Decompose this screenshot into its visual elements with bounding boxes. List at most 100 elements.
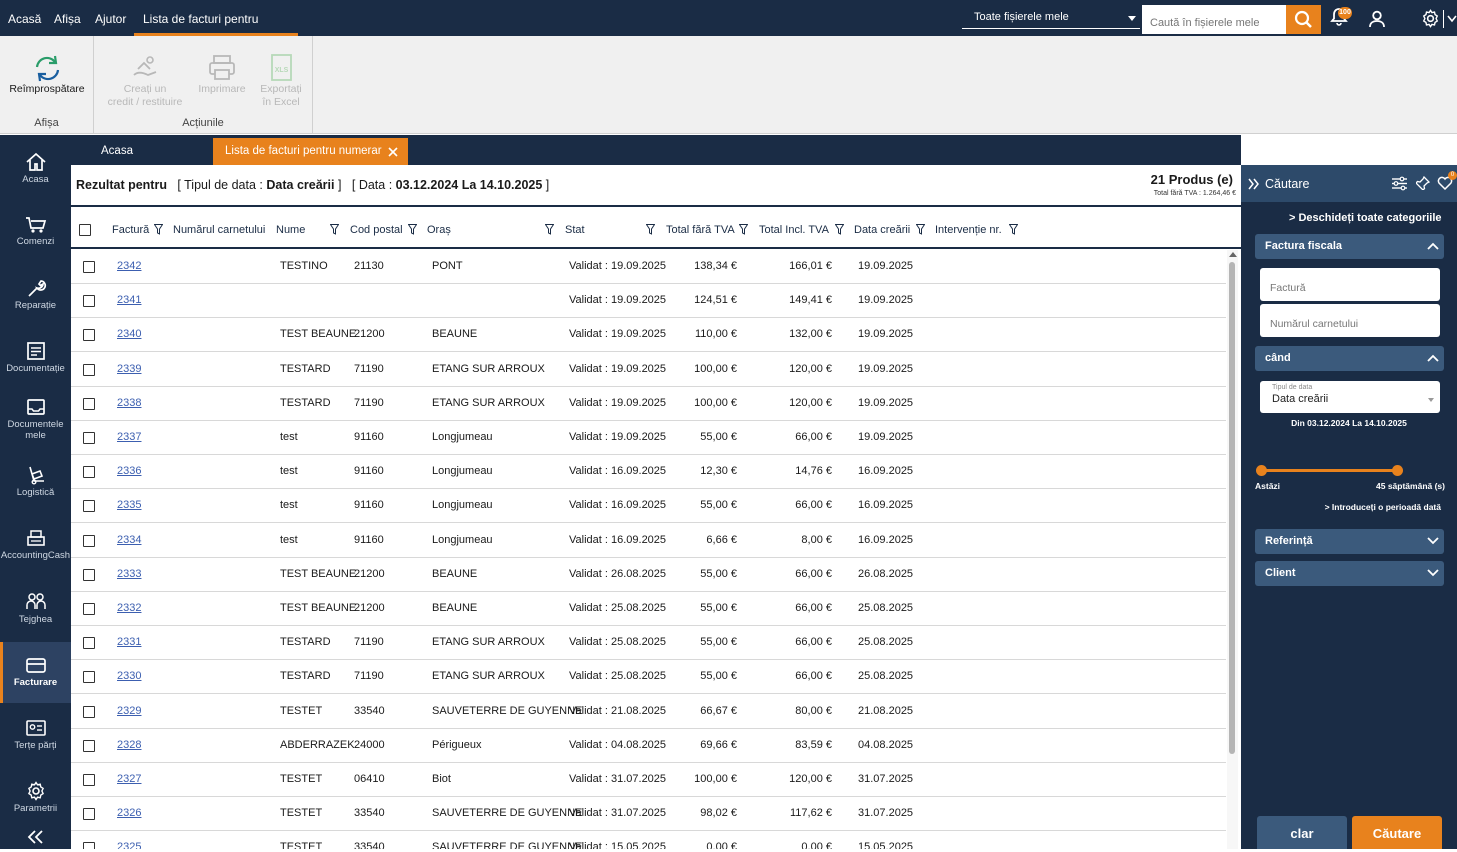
table-row[interactable]: 2340 TEST BEAUNE 21200 BEAUNE Validat : 19.0… bbox=[71, 318, 1226, 353]
sidebar-item-accountingcash[interactable]: AccountingCash bbox=[0, 528, 71, 561]
select-all-checkbox[interactable] bbox=[79, 224, 91, 236]
row-checkbox[interactable] bbox=[83, 774, 95, 786]
invoice-link[interactable]: 2338 bbox=[117, 397, 141, 409]
column-oras[interactable]: Oraș bbox=[427, 224, 451, 236]
menu-lista-facturi[interactable]: Lista de facturi pentru numerar bbox=[134, 0, 298, 64]
table-row[interactable]: 2337 test 91160 Longjumeau Validat : 19.09.2… bbox=[71, 421, 1226, 455]
invoice-link[interactable]: 2335 bbox=[117, 499, 141, 511]
invoice-link[interactable]: 2325 bbox=[117, 841, 141, 849]
row-checkbox[interactable] bbox=[83, 363, 95, 376]
scroll-up-arrow-icon[interactable] bbox=[1229, 252, 1237, 257]
double-chevron-right-icon[interactable] bbox=[1248, 178, 1260, 190]
filter-icon[interactable] bbox=[330, 224, 339, 235]
filter-icon[interactable] bbox=[1009, 224, 1018, 235]
files-select[interactable]: Toate fișierele mele bbox=[962, 5, 1140, 29]
booklet-number-input[interactable]: Numărul carnetului bbox=[1260, 304, 1440, 337]
table-row[interactable]: 2328 ABDERRAZEK 24000 Périgueux Validat : 04… bbox=[71, 729, 1226, 763]
column-factura[interactable]: Factură bbox=[112, 224, 149, 236]
invoice-input[interactable]: Factură bbox=[1260, 268, 1440, 301]
menu-afisa[interactable]: Afișa bbox=[54, 0, 81, 36]
menu-acasa[interactable]: Acasă bbox=[8, 0, 41, 36]
invoice-link[interactable]: 2327 bbox=[117, 773, 141, 785]
print-button[interactable]: Imprimare bbox=[194, 53, 250, 96]
invoice-link[interactable]: 2340 bbox=[117, 328, 141, 340]
invoice-link[interactable]: 2339 bbox=[117, 363, 141, 375]
row-checkbox[interactable] bbox=[83, 534, 95, 547]
invoice-link[interactable]: 2333 bbox=[117, 568, 141, 580]
invoice-link[interactable]: 2337 bbox=[117, 431, 141, 443]
row-checkbox[interactable] bbox=[83, 466, 95, 479]
search-input[interactable] bbox=[1142, 5, 1286, 34]
section-client[interactable]: Client bbox=[1255, 561, 1444, 586]
sidebar-item-reparatie[interactable]: Reparație bbox=[0, 278, 71, 311]
refresh-button[interactable]: Reîmprospătare bbox=[4, 53, 90, 96]
table-row[interactable]: 2335 test 91160 Longjumeau Validat : 16.09.2… bbox=[71, 489, 1226, 524]
enter-period-link[interactable]: > Introduceți o perioadă dată bbox=[1325, 502, 1441, 512]
table-row[interactable]: 2331 TESTARD 71190 ETANG SUR ARROUX Validat … bbox=[71, 626, 1226, 661]
section-referinta[interactable]: Referință bbox=[1255, 529, 1444, 554]
table-row[interactable]: 2342 TESTINO 21130 PONT Validat : 19.09.2025… bbox=[71, 250, 1226, 284]
close-icon[interactable] bbox=[388, 147, 398, 157]
search-submit-button[interactable]: Căutare bbox=[1352, 816, 1442, 849]
table-row[interactable]: 2339 TESTARD 71190 ETANG SUR ARROUX Validat … bbox=[71, 353, 1226, 387]
sidebar-item-logistica[interactable]: Logistică bbox=[0, 465, 71, 498]
table-row[interactable]: 2326 TESTET 33540 SAUVETERRE DE GUYENNE Vali… bbox=[71, 797, 1226, 832]
table-row[interactable]: 2332 TEST BEAUNE 21200 BEAUNE Validat : 25.0… bbox=[71, 592, 1226, 626]
filter-icon[interactable] bbox=[408, 224, 417, 235]
slider-knob-end[interactable] bbox=[1392, 465, 1403, 476]
slider-knob-start[interactable] bbox=[1256, 465, 1267, 476]
column-total-fara-tva[interactable]: Total fără TVA bbox=[666, 224, 735, 236]
filter-icon[interactable] bbox=[916, 224, 925, 235]
invoice-link[interactable]: 2334 bbox=[117, 534, 141, 546]
export-excel-button[interactable]: XLS Exportați în Excel bbox=[254, 53, 308, 109]
pin-icon[interactable] bbox=[1416, 176, 1430, 190]
sidebar-item-comenzi[interactable]: Comenzi bbox=[0, 216, 71, 247]
row-checkbox[interactable] bbox=[83, 397, 95, 410]
sidebar-item-parametrii[interactable]: Parametrii bbox=[0, 781, 71, 814]
invoice-link[interactable]: 2326 bbox=[117, 807, 141, 819]
row-checkbox[interactable] bbox=[83, 637, 95, 650]
collapse-sidebar-button[interactable] bbox=[0, 829, 71, 847]
table-row[interactable]: 2329 TESTET 33540 SAUVETERRE DE GUYENNE Vali… bbox=[71, 695, 1226, 729]
invoice-link[interactable]: 2328 bbox=[117, 739, 141, 751]
vertical-scrollbar[interactable] bbox=[1227, 250, 1238, 849]
table-row[interactable]: 2325 TESTET 33540 SAUVETERRE DE GUYENNE Vali… bbox=[71, 831, 1226, 849]
column-interventie[interactable]: Intervenție nr. bbox=[935, 224, 1002, 236]
filter-icon[interactable] bbox=[739, 224, 748, 235]
invoice-link[interactable]: 2342 bbox=[117, 260, 141, 272]
open-all-categories-link[interactable]: > Deschideți toate categoriile bbox=[1289, 212, 1442, 224]
invoice-link[interactable]: 2329 bbox=[117, 705, 141, 717]
filter-icon[interactable] bbox=[835, 224, 844, 235]
row-checkbox[interactable] bbox=[83, 295, 95, 308]
invoice-link[interactable]: 2332 bbox=[117, 602, 141, 614]
row-checkbox[interactable] bbox=[83, 808, 95, 821]
row-checkbox[interactable] bbox=[83, 671, 95, 684]
invoice-link[interactable]: 2330 bbox=[117, 670, 141, 682]
row-checkbox[interactable] bbox=[83, 261, 95, 273]
table-row[interactable]: 2333 TEST BEAUNE 21200 BEAUNE Validat : 26.0… bbox=[71, 558, 1226, 592]
table-row[interactable]: 2341 Validat : 19.09.2025 124,51 €149,41 €… bbox=[71, 284, 1226, 319]
invoice-link[interactable]: 2341 bbox=[117, 294, 141, 306]
sidebar-item-facturare[interactable]: Facturare bbox=[0, 642, 71, 703]
clear-button[interactable]: clar bbox=[1257, 816, 1347, 849]
column-cod-postal[interactable]: Cod postal bbox=[350, 224, 403, 236]
create-credit-button[interactable]: Creați un credit / restituire bbox=[100, 53, 190, 109]
invoice-link[interactable]: 2336 bbox=[117, 465, 141, 477]
filter-icon[interactable] bbox=[545, 224, 554, 235]
table-row[interactable]: 2334 test 91160 Longjumeau Validat : 16.09.2… bbox=[71, 524, 1226, 558]
table-row[interactable]: 2330 TESTARD 71190 ETANG SUR ARROUX Validat … bbox=[71, 660, 1226, 695]
row-checkbox[interactable] bbox=[83, 500, 95, 513]
filter-icon[interactable] bbox=[154, 224, 163, 235]
search-button[interactable] bbox=[1286, 5, 1321, 34]
period-slider[interactable] bbox=[1256, 465, 1445, 476]
row-checkbox[interactable] bbox=[83, 705, 95, 718]
sidebar-item-documentatie[interactable]: Documentație bbox=[0, 341, 71, 374]
section-factura-fiscala[interactable]: Factura fiscala bbox=[1255, 234, 1444, 259]
sidebar-item-tejghea[interactable]: Tejghea bbox=[0, 592, 71, 625]
filter-icon[interactable] bbox=[646, 224, 655, 235]
row-checkbox[interactable] bbox=[83, 842, 95, 849]
scrollbar-thumb[interactable] bbox=[1229, 262, 1235, 754]
sidebar-item-terte-parti[interactable]: Terțe părți bbox=[0, 718, 71, 751]
gear-icon[interactable] bbox=[1421, 9, 1440, 28]
tab-acasa[interactable]: Acasa bbox=[89, 138, 145, 165]
